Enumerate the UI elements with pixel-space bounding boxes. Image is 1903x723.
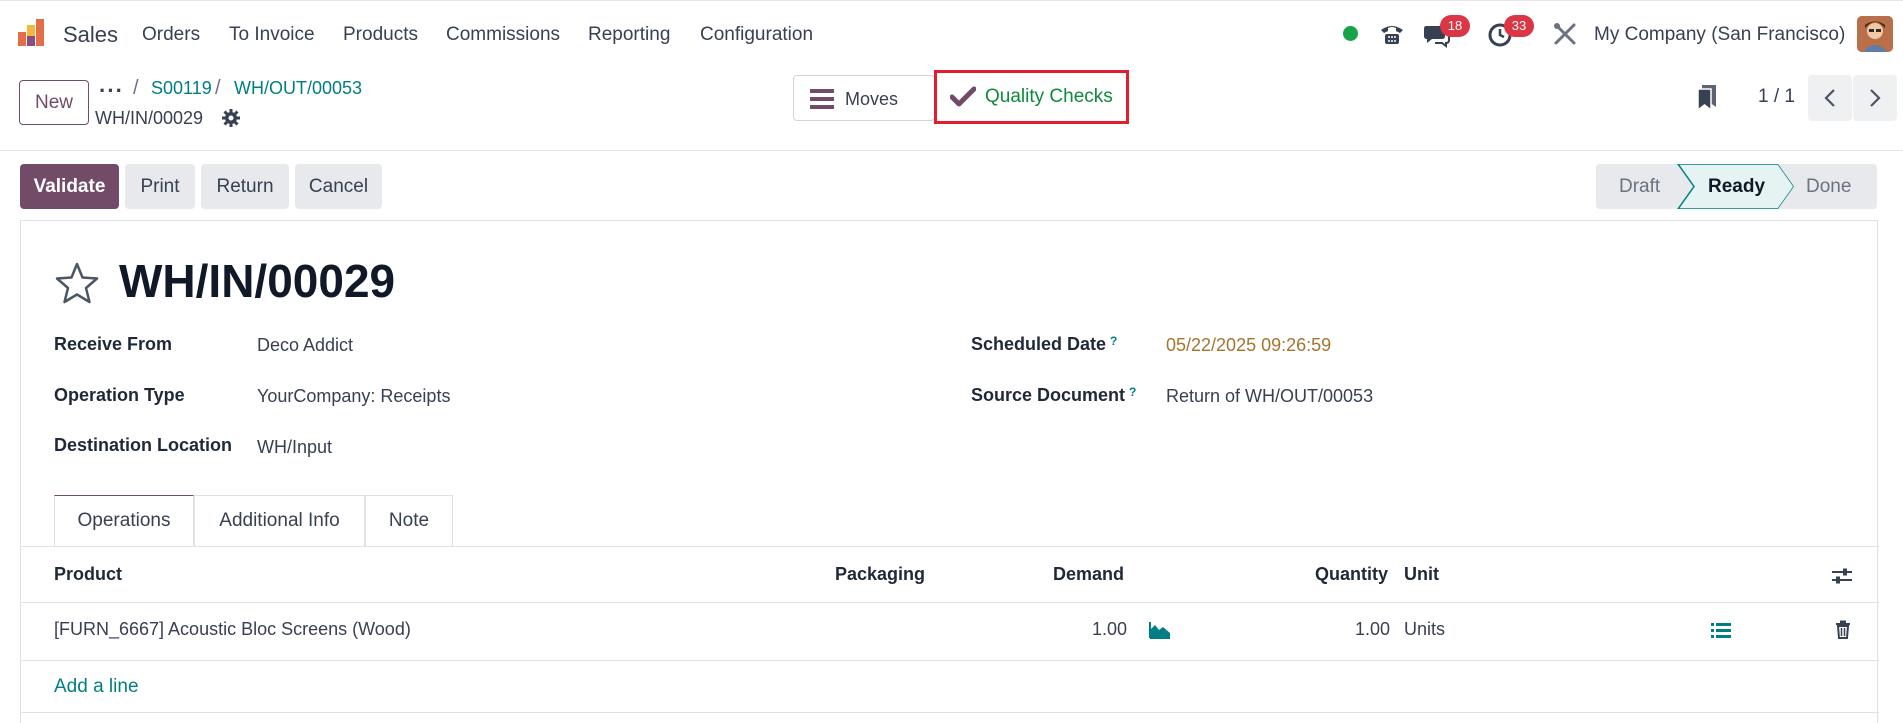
activities-badge: 33 [1504,15,1534,37]
row-demand[interactable]: 1.00 [1092,619,1127,640]
operation-type-label: Operation Type [54,385,185,405]
return-button[interactable]: Return [201,164,289,209]
stage-pipeline: Draft Ready Done [1596,164,1877,209]
breadcrumb-sale-order[interactable]: S00119 [151,78,212,99]
validate-button[interactable]: Validate [20,164,119,209]
menu-commissions[interactable]: Commissions [446,24,560,46]
tab-additional-info[interactable]: Additional Info [194,495,365,547]
forecast-area-chart-icon[interactable] [1149,621,1171,639]
top-navbar: Sales Orders To Invoice Products Commiss… [0,0,1903,66]
messages-badge: 18 [1440,15,1470,37]
breadcrumb-separator: / [133,77,139,99]
source-document-label-text: Source Document [971,385,1126,405]
control-panel: New ··· / S00119 / WH/OUT/00053 WH/IN/00… [0,66,1903,151]
menu-reporting[interactable]: Reporting [588,24,670,46]
gear-icon[interactable] [221,108,241,128]
menu-configuration[interactable]: Configuration [700,24,813,46]
scheduled-date-label-text: Scheduled Date [971,334,1107,354]
new-button[interactable]: New [19,80,89,125]
breadcrumb-more-icon[interactable]: ··· [99,78,124,104]
quality-checks-smart-button[interactable]: Quality Checks [934,70,1129,124]
help-tooltip-icon[interactable]: ? [1110,334,1117,348]
add-a-line-link[interactable]: Add a line [54,676,139,698]
stage-done[interactable]: Done [1806,176,1851,198]
detailed-operations-list-icon[interactable] [1711,622,1731,639]
column-header-demand[interactable]: Demand [1053,564,1124,585]
table-footer-divider [21,712,1879,713]
quality-checks-label: Quality Checks [985,86,1113,107]
pager-next-button[interactable] [1853,75,1897,121]
stage-ready[interactable]: Ready [1708,176,1765,198]
column-header-quantity[interactable]: Quantity [1315,564,1388,585]
menu-orders[interactable]: Orders [142,24,200,46]
stage-draft[interactable]: Draft [1619,176,1660,198]
checkmark-icon [950,86,976,107]
breadcrumb-delivery[interactable]: WH/OUT/00053 [234,78,362,99]
tab-operations[interactable]: Operations [54,495,194,547]
destination-location-field[interactable]: WH/Input [257,437,332,458]
moves-label: Moves [845,89,899,109]
pager-value[interactable]: 1 / 1 [1758,86,1795,108]
bookmark-icon[interactable] [1695,83,1719,111]
list-bars-icon [810,89,834,109]
receive-from-field[interactable]: Deco Addict [257,335,353,356]
column-header-product[interactable]: Product [54,564,122,585]
table-row-divider [21,660,1879,661]
company-switcher[interactable]: My Company (San Francisco) [1594,24,1845,46]
breadcrumb-current-record: WH/IN/00029 [95,108,204,128]
cancel-button[interactable]: Cancel [295,164,382,209]
form-sheet: WH/IN/00029 Receive From Deco Addict Ope… [20,220,1879,723]
status-bar: Validate Print Return Cancel Draft Ready… [0,152,1903,220]
online-status-dot [1343,26,1358,41]
menu-products[interactable]: Products [343,24,418,46]
scheduled-date-field[interactable]: 05/22/2025 09:26:59 [1166,335,1331,356]
breadcrumb-separator: / [215,77,221,99]
star-icon[interactable] [54,261,100,305]
column-header-unit[interactable]: Unit [1404,564,1439,585]
print-button[interactable]: Print [125,164,195,209]
tab-divider [21,546,1879,547]
user-avatar[interactable] [1857,16,1893,52]
chevron-right-icon [1870,89,1881,107]
trash-icon[interactable] [1835,620,1851,639]
destination-location-label: Destination Location [54,435,233,455]
source-document-field[interactable]: Return of WH/OUT/00053 [1166,386,1373,407]
debug-tools-icon[interactable] [1551,20,1579,48]
table-header-divider [21,602,1879,603]
source-document-label: Source Document? [971,385,1136,406]
receive-from-label: Receive From [54,334,173,354]
row-unit[interactable]: Units [1404,619,1445,640]
pager-previous-button[interactable] [1808,75,1852,121]
row-quantity[interactable]: 1.00 [1355,619,1390,640]
phone-icon[interactable] [1378,20,1406,48]
operation-type-field[interactable]: YourCompany: Receipts [257,386,450,407]
tab-note[interactable]: Note [365,495,453,547]
menu-to-invoice[interactable]: To Invoice [229,24,315,46]
help-tooltip-icon[interactable]: ? [1129,385,1136,399]
moves-smart-button[interactable]: Moves [793,75,935,121]
optional-columns-sliders-icon[interactable] [1831,566,1853,586]
column-header-packaging[interactable]: Packaging [835,564,925,585]
record-title: WH/IN/00029 [119,255,396,307]
avatar-image-icon [1857,16,1893,52]
scheduled-date-label: Scheduled Date? [971,334,1117,355]
row-product[interactable]: [FURN_6667] Acoustic Bloc Screens (Wood) [54,619,411,640]
sales-app-logo-icon[interactable] [18,18,48,48]
chevron-left-icon [1824,89,1835,107]
app-name[interactable]: Sales [63,22,118,48]
